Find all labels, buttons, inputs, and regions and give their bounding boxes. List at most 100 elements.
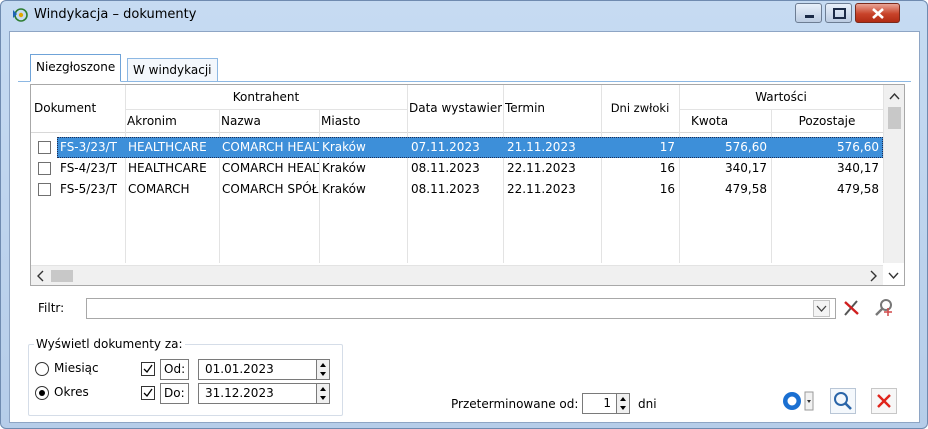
period-group-title: Wyświetl dokumenty za: bbox=[34, 337, 185, 351]
scroll-down-icon[interactable] bbox=[883, 265, 904, 285]
header-divider bbox=[679, 109, 883, 110]
cell-data: 08.11.2023 bbox=[411, 182, 480, 196]
documents-grid[interactable]: Dokument Kontrahent Akronim Nazwa Miasto… bbox=[30, 84, 905, 286]
cell-miasto: Kraków bbox=[322, 140, 366, 154]
cell-kwota: 576,60 bbox=[725, 140, 767, 154]
cell-nazwa: COMARCH HEALTHCARE bbox=[222, 161, 319, 175]
column-line bbox=[219, 109, 220, 263]
to-date-input[interactable]: 31.12.2023 bbox=[198, 383, 330, 404]
spin-icon bbox=[320, 363, 326, 376]
window-title: Windykacja – dokumenty bbox=[34, 7, 197, 22]
header-miasto[interactable]: Miasto bbox=[321, 111, 405, 132]
close-button[interactable] bbox=[855, 3, 900, 23]
cell-dokument: FS-5/23/T bbox=[60, 182, 117, 196]
tab-strip-line bbox=[18, 81, 911, 82]
cell-miasto: Kraków bbox=[322, 182, 366, 196]
row-checkbox[interactable] bbox=[38, 162, 51, 175]
radio-miesiac-label: Miesiąc bbox=[54, 361, 99, 375]
scroll-right-icon[interactable] bbox=[863, 266, 883, 286]
check-icon bbox=[143, 364, 153, 374]
vertical-scrollbar[interactable] bbox=[883, 85, 904, 263]
maximize-button[interactable] bbox=[825, 3, 852, 23]
to-checkbox[interactable] bbox=[141, 386, 155, 400]
tab-niezgloszone[interactable]: Niezgłoszone bbox=[30, 54, 122, 82]
header-pozostaje[interactable]: Pozostaje bbox=[773, 111, 881, 132]
cell-kwota: 340,17 bbox=[725, 161, 767, 175]
column-line bbox=[601, 85, 602, 263]
minimize-icon bbox=[805, 15, 814, 18]
cancel-icon bbox=[871, 388, 897, 414]
radio-miesiac[interactable] bbox=[35, 362, 49, 376]
column-line bbox=[319, 109, 320, 263]
header-bottom-line bbox=[31, 132, 883, 133]
header-dni-zwloki[interactable]: Dni zwłoki bbox=[603, 98, 677, 119]
cell-pozostaje: 340,17 bbox=[837, 161, 879, 175]
header-kwota[interactable]: Kwota bbox=[691, 111, 769, 132]
cell-akronim: HEALTHCARE bbox=[128, 161, 207, 175]
to-date-value: 31.12.2023 bbox=[205, 386, 274, 400]
tab-w-windykacji[interactable]: W windykacji bbox=[127, 58, 218, 82]
cell-dni: 16 bbox=[659, 182, 675, 196]
search-icon bbox=[830, 388, 856, 414]
from-date-input[interactable]: 01.01.2023 bbox=[198, 359, 330, 380]
column-line bbox=[503, 85, 504, 263]
header-divider bbox=[125, 109, 407, 110]
row-checkbox[interactable] bbox=[38, 183, 51, 196]
from-label: Od: bbox=[160, 359, 190, 380]
cell-data: 07.11.2023 bbox=[411, 140, 480, 154]
cell-nazwa: COMARCH SPÓŁKA bbox=[222, 182, 319, 196]
cell-akronim: COMARCH bbox=[128, 182, 190, 196]
tab-label: W windykacji bbox=[133, 63, 212, 77]
scroll-up-icon[interactable] bbox=[884, 87, 905, 107]
cell-termin: 21.11.2023 bbox=[507, 140, 576, 154]
horizontal-scroll-thumb[interactable] bbox=[51, 270, 73, 282]
app-icon bbox=[13, 8, 28, 22]
header-dokument[interactable]: Dokument bbox=[34, 98, 124, 119]
filter-input[interactable] bbox=[86, 298, 836, 319]
filter-settings-button[interactable] bbox=[872, 297, 896, 319]
window-frame: Windykacja – dokumenty W windykacji Niez… bbox=[0, 0, 928, 429]
column-line bbox=[679, 85, 680, 263]
header-data-wystawienia[interactable]: Data wystawienia bbox=[409, 98, 502, 119]
refresh-button[interactable] bbox=[780, 388, 816, 414]
check-icon bbox=[143, 388, 153, 398]
search-button[interactable] bbox=[830, 388, 856, 414]
scroll-left-icon[interactable] bbox=[31, 266, 51, 286]
title-bar[interactable]: Windykacja – dokumenty bbox=[1, 1, 927, 29]
close-icon bbox=[872, 8, 884, 19]
cell-termin: 22.11.2023 bbox=[507, 161, 576, 175]
header-akronim[interactable]: Akronim bbox=[127, 111, 217, 132]
cell-dokument: FS-3/23/T bbox=[60, 140, 117, 154]
header-wartosci: Wartości bbox=[755, 90, 807, 104]
overdue-input[interactable]: 1 bbox=[582, 393, 630, 414]
overdue-spinner[interactable] bbox=[616, 394, 629, 413]
to-date-spinner[interactable] bbox=[316, 384, 329, 403]
cell-pozostaje: 479,58 bbox=[837, 182, 879, 196]
filter-dropdown-button[interactable] bbox=[813, 300, 830, 317]
horizontal-scrollbar[interactable] bbox=[31, 265, 883, 285]
overdue-unit: dni bbox=[638, 397, 657, 411]
header-kontrahent: Kontrahent bbox=[232, 90, 300, 104]
refresh-icon bbox=[783, 391, 814, 411]
cell-pozostaje: 576,60 bbox=[837, 140, 879, 154]
header-nazwa[interactable]: Nazwa bbox=[221, 111, 317, 132]
overdue-value: 1 bbox=[603, 396, 611, 410]
minimize-button[interactable] bbox=[795, 3, 822, 23]
overdue-label: Przeterminowane od: bbox=[451, 397, 579, 411]
cell-data: 08.11.2023 bbox=[411, 161, 480, 175]
radio-selected-dot bbox=[39, 390, 45, 396]
chevron-down-icon bbox=[816, 305, 827, 312]
tab-label: Niezgłoszone bbox=[36, 60, 116, 74]
cancel-button[interactable] bbox=[871, 388, 897, 414]
radio-okres[interactable] bbox=[35, 386, 49, 400]
period-groupbox bbox=[28, 344, 343, 416]
cell-kwota: 479,58 bbox=[725, 182, 767, 196]
row-checkbox[interactable] bbox=[38, 141, 51, 154]
from-date-spinner[interactable] bbox=[316, 360, 329, 379]
header-termin[interactable]: Termin bbox=[505, 98, 599, 119]
cell-nazwa: COMARCH HEALTHCARE bbox=[222, 140, 319, 154]
from-checkbox[interactable] bbox=[141, 362, 155, 376]
clear-filter-button[interactable] bbox=[840, 297, 864, 319]
vertical-scroll-thumb[interactable] bbox=[888, 107, 901, 129]
cell-akronim: HEALTHCARE bbox=[128, 140, 207, 154]
